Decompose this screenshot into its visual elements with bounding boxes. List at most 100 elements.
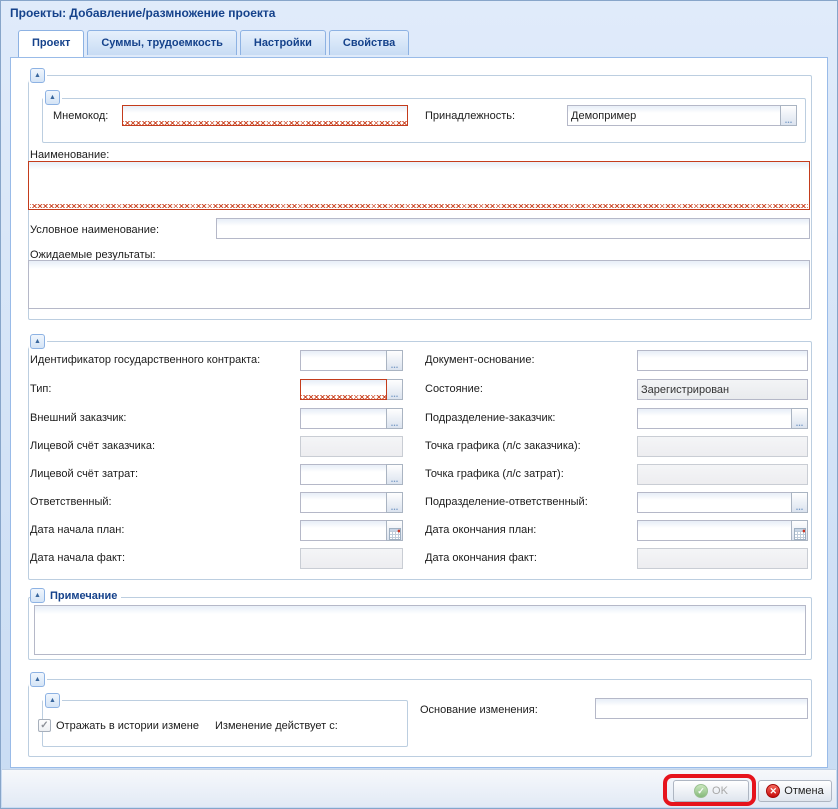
cancel-x-icon: ✕ (766, 784, 780, 798)
lookup-trigger-button[interactable]: ... (791, 492, 808, 513)
ellipsis-icon: ... (796, 418, 804, 428)
state-input (637, 379, 808, 400)
lookup-trigger-button[interactable]: ... (386, 379, 403, 400)
tab-properties[interactable]: Свойства (329, 30, 409, 55)
tab-strip: Проект Суммы, трудоемкость Настройки Сво… (10, 30, 828, 58)
belong-field: ... (567, 105, 797, 126)
form-row: Идентификатор государственного контракта… (11, 350, 827, 372)
date-trigger-button[interactable] (791, 520, 808, 541)
button-bar: ✓ OK ✕ Отмена (2, 769, 836, 807)
schedule-point-cost-field (637, 464, 808, 485)
schedule-point-customer-field (637, 436, 808, 457)
end-date-plan-field (637, 520, 808, 541)
ok-button[interactable]: ✓ OK (673, 780, 749, 802)
state-label: Состояние: (425, 383, 483, 395)
lookup-trigger-button[interactable]: ... (386, 492, 403, 513)
ellipsis-icon: ... (391, 474, 399, 484)
tab-settings[interactable]: Настройки (240, 30, 326, 55)
lookup-trigger-button[interactable]: ... (386, 350, 403, 371)
external-customer-input[interactable] (300, 408, 387, 429)
base-document-input[interactable] (637, 350, 808, 371)
cost-account-input[interactable] (300, 464, 387, 485)
end-date-fact-field (637, 548, 808, 569)
mnemo-label: Мнемокод: (53, 110, 108, 122)
alt-name-input[interactable] (216, 218, 810, 239)
dialog-window: Проекты: Добавление/размножение проекта … (0, 0, 838, 809)
checkmark-icon: ✓ (40, 721, 48, 731)
ellipsis-icon: ... (391, 418, 399, 428)
alt-name-label: Условное наименование: (30, 224, 159, 236)
tab-project[interactable]: Проект (18, 30, 84, 57)
end-date-plan-input[interactable] (637, 520, 792, 541)
form-row: Дата начала факт: Дата окончания факт: (11, 548, 827, 570)
external-customer-label: Внешний заказчик: (30, 412, 126, 424)
collapse-icon: ▲ (34, 338, 41, 345)
collapse-button[interactable]: ▲ (30, 672, 45, 687)
note-legend: ▲ Примечание (30, 588, 121, 603)
mnemo-input[interactable] (122, 105, 408, 126)
responsible-label: Ответственный: (30, 496, 112, 508)
lookup-trigger-button[interactable]: ... (791, 408, 808, 429)
collapse-button[interactable]: ▲ (45, 90, 60, 105)
customer-department-label: Подразделение-заказчик: (425, 412, 555, 424)
customer-department-input[interactable] (637, 408, 792, 429)
results-textarea[interactable] (28, 260, 810, 309)
responsible-department-input[interactable] (637, 492, 792, 513)
effective-date-label: Изменение действует с: (215, 720, 338, 732)
start-date-plan-label: Дата начала план: (30, 524, 124, 536)
form-row: Ответственный: ... Подразделение-ответст… (11, 492, 827, 514)
lookup-trigger-button[interactable]: ... (386, 408, 403, 429)
ok-check-icon: ✓ (694, 784, 708, 798)
customer-account-label: Лицевой счёт заказчика: (30, 440, 155, 452)
calendar-icon (794, 528, 806, 540)
date-trigger-button[interactable] (386, 520, 403, 541)
form-row: Тип: ... Состояние: (11, 379, 827, 401)
alt-name-field (216, 218, 810, 239)
type-label: Тип: (30, 383, 51, 395)
history-checkbox[interactable]: ✓ (38, 719, 51, 732)
gov-contract-input[interactable] (300, 350, 387, 371)
tab-sums[interactable]: Суммы, трудоемкость (87, 30, 237, 55)
fieldset-details (28, 341, 812, 580)
history-checkbox-label: Отражать в истории измене (56, 720, 210, 732)
belong-input[interactable] (567, 105, 781, 126)
name-textarea[interactable] (28, 161, 810, 210)
start-date-fact-label: Дата начала факт: (30, 552, 125, 564)
note-textarea[interactable] (34, 605, 806, 655)
change-reason-label: Основание изменения: (420, 704, 538, 716)
note-legend-label: Примечание (50, 590, 117, 602)
start-date-plan-field (300, 520, 403, 541)
collapse-button[interactable]: ▲ (30, 68, 45, 83)
cancel-button-label: Отмена (784, 785, 823, 797)
collapse-button[interactable]: ▲ (30, 334, 45, 349)
start-date-plan-input[interactable] (300, 520, 387, 541)
collapse-button[interactable]: ▲ (45, 693, 60, 708)
ellipsis-icon: ... (391, 389, 399, 399)
form-row: Дата начала план: Дата окончания план: (11, 520, 827, 542)
gov-contract-field: ... (300, 350, 403, 371)
mnemo-field (122, 105, 408, 126)
lookup-trigger-button[interactable]: ... (386, 464, 403, 485)
type-field: ... (300, 379, 403, 400)
responsible-input[interactable] (300, 492, 387, 513)
collapse-button[interactable]: ▲ (30, 588, 45, 603)
customer-account-field (300, 436, 403, 457)
change-reason-field (595, 698, 808, 719)
change-reason-input[interactable] (595, 698, 808, 719)
start-date-fact-input (300, 548, 403, 569)
dialog-body: ▲ ▲ Мнемокод: Принадлежность: ... Наимен… (10, 57, 828, 768)
schedule-point-cost-input (637, 464, 808, 485)
ellipsis-icon: ... (785, 115, 793, 125)
collapse-icon: ▲ (34, 592, 41, 599)
schedule-point-customer-input (637, 436, 808, 457)
start-date-fact-field (300, 548, 403, 569)
lookup-trigger-button[interactable]: ... (780, 105, 797, 126)
gov-contract-label: Идентификатор государственного контракта… (30, 354, 260, 366)
type-input[interactable] (300, 379, 387, 400)
ellipsis-icon: ... (796, 502, 804, 512)
ellipsis-icon: ... (391, 502, 399, 512)
form-row: Лицевой счёт заказчика: Точка графика (л… (11, 436, 827, 458)
cancel-button[interactable]: ✕ Отмена (758, 780, 832, 802)
form-row: Лицевой счёт затрат: ... Точка графика (… (11, 464, 827, 486)
cost-account-label: Лицевой счёт затрат: (30, 468, 138, 480)
